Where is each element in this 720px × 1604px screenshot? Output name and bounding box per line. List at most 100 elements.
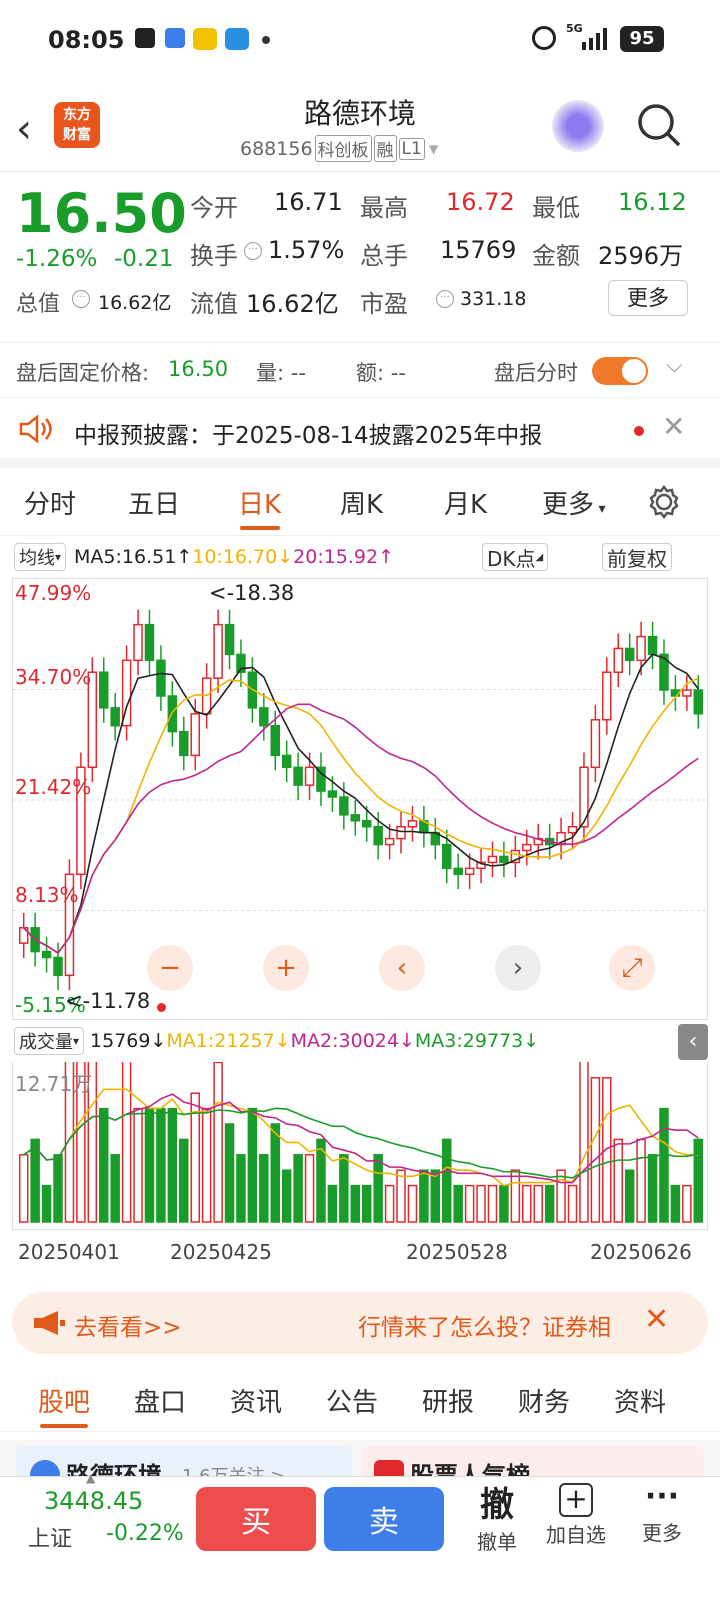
collapse-panel-button[interactable]: ‹ bbox=[678, 1024, 708, 1060]
gear-icon[interactable] bbox=[646, 484, 682, 520]
ma-selector[interactable]: 均线 ▾ bbox=[14, 543, 67, 571]
banner-link[interactable]: 去看看>> bbox=[74, 1308, 182, 1342]
volume-bar bbox=[533, 1184, 543, 1223]
more-button[interactable]: 更多 bbox=[608, 280, 688, 316]
info-icon[interactable]: ··· bbox=[436, 290, 454, 308]
volume-bar bbox=[110, 1154, 120, 1223]
candle-body bbox=[693, 689, 704, 715]
tab-profile[interactable]: 资料 bbox=[614, 1382, 666, 1419]
add-watchlist-button[interactable]: + 加自选 bbox=[540, 1477, 612, 1548]
notice-text: 中报预披露：于2025-08-14披露2025年中报 bbox=[74, 423, 543, 449]
weibo-icon bbox=[193, 28, 217, 50]
max-price-mark: <-18.38 bbox=[209, 581, 295, 605]
volume-bar bbox=[167, 1107, 178, 1223]
candle-body bbox=[190, 713, 200, 757]
close-icon[interactable]: ✕ bbox=[644, 1302, 669, 1337]
indicator-selector[interactable]: 成交量 ▾ bbox=[14, 1027, 85, 1055]
scroll-right-button[interactable]: › bbox=[495, 945, 541, 991]
fullscreen-button[interactable]: ⤢ bbox=[609, 945, 655, 991]
volume-bar bbox=[522, 1184, 532, 1223]
volume-bar bbox=[41, 1184, 52, 1223]
after-timeshare-toggle[interactable] bbox=[592, 357, 648, 385]
status-time: 08:05 bbox=[48, 26, 125, 54]
amount-value: 2596万 bbox=[598, 242, 684, 270]
unread-dot bbox=[634, 426, 644, 436]
cancel-order-button[interactable]: 撤 撤单 bbox=[472, 1477, 522, 1555]
buy-button[interactable]: 买 bbox=[196, 1487, 316, 1551]
candle-body bbox=[636, 635, 646, 662]
tab-weekly-k[interactable]: 周K bbox=[340, 484, 383, 521]
volume-bar bbox=[693, 1138, 704, 1223]
turnover-label: 换手 bbox=[190, 242, 238, 270]
app-notification-icon bbox=[135, 28, 155, 48]
promo-banner[interactable]: 去看看>> 行情来了怎么投？证券相 ✕ bbox=[12, 1292, 708, 1354]
volume-bar bbox=[98, 1107, 109, 1223]
zoom-in-button[interactable]: + bbox=[263, 945, 309, 991]
tab-five-day[interactable]: 五日 bbox=[128, 484, 180, 521]
tab-finance[interactable]: 财务 bbox=[518, 1382, 570, 1419]
min-price-mark: <-11.78 bbox=[65, 989, 151, 1013]
volume-bar bbox=[659, 1107, 669, 1223]
candle-body bbox=[293, 766, 303, 786]
more-menu-button[interactable]: ··· 更多 bbox=[636, 1477, 688, 1546]
margin-badge: 融 bbox=[373, 135, 397, 162]
arrow-down-icon: ↓ bbox=[523, 1030, 540, 1052]
candle-body bbox=[624, 647, 635, 662]
change-percent: -1.26% bbox=[16, 246, 98, 272]
pe-value: 331.18 bbox=[460, 288, 527, 310]
index-value[interactable]: 3448.45 bbox=[44, 1487, 143, 1515]
candle-body bbox=[133, 623, 143, 662]
sell-button[interactable]: 卖 bbox=[324, 1487, 444, 1551]
notice-bar[interactable]: 中报预披露：于2025-08-14披露2025年中报 ✕ bbox=[0, 398, 720, 468]
x-tick-label: 20250425 bbox=[170, 1240, 272, 1264]
tab-research[interactable]: 研报 bbox=[422, 1382, 474, 1419]
candle-body bbox=[522, 843, 532, 852]
adjust-button[interactable]: 前复权 bbox=[602, 543, 672, 571]
kline-chart[interactable]: 47.99% 34.70% 21.42% 8.13% -5.15% <-18.3… bbox=[12, 578, 709, 1020]
volume-bar bbox=[373, 1154, 383, 1223]
expand-up-icon[interactable]: ▲ bbox=[86, 1471, 95, 1485]
open-value: 16.71 bbox=[274, 188, 343, 216]
volume-bar bbox=[453, 1184, 463, 1223]
assistant-robot-icon[interactable] bbox=[552, 100, 604, 152]
tab-more[interactable]: 更多 ▾ bbox=[542, 484, 606, 521]
candle-body bbox=[487, 855, 498, 864]
level-badge: L1 bbox=[398, 137, 425, 160]
volume-bar bbox=[350, 1184, 361, 1223]
volume-bar bbox=[30, 1138, 40, 1223]
tab-intraday[interactable]: 分时 bbox=[24, 484, 76, 521]
tab-news[interactable]: 资讯 bbox=[230, 1382, 282, 1419]
volume-bar bbox=[121, 1062, 132, 1223]
candle-body bbox=[53, 956, 63, 977]
volume-bar bbox=[53, 1154, 63, 1223]
tab-daily-k[interactable]: 日K bbox=[238, 484, 281, 521]
low-value: 16.12 bbox=[618, 188, 687, 216]
tab-guba[interactable]: 股吧 bbox=[38, 1382, 90, 1419]
quote-panel: 16.50 -1.26% -0.21 今开 16.71 最高 16.72 最低 … bbox=[0, 172, 720, 342]
volume-bar bbox=[682, 1184, 692, 1223]
battery-indicator: 95 bbox=[620, 26, 664, 52]
bottom-toolbar: ▲ 3448.45 上证 -0.22% 买 卖 撤 撤单 + 加自选 ··· 更… bbox=[0, 1471, 720, 1604]
event-dot[interactable] bbox=[157, 1003, 166, 1012]
info-icon[interactable]: ··· bbox=[72, 290, 90, 308]
info-tabs: 股吧 盘口 资讯 公告 研报 财务 资料 bbox=[0, 1366, 720, 1432]
candle-body bbox=[384, 837, 395, 846]
float-cap-value: 16.62亿 bbox=[246, 290, 339, 318]
market-cap-label: 总值 bbox=[16, 292, 61, 317]
more-notifications-dot bbox=[262, 36, 270, 44]
dk-point-button[interactable]: DK点 ◢ bbox=[482, 543, 549, 571]
stock-code: 688156 bbox=[240, 137, 313, 160]
tab-monthly-k[interactable]: 月K bbox=[444, 484, 487, 521]
chevron-down-icon[interactable]: ⌵ bbox=[666, 353, 683, 378]
stock-code-line[interactable]: 688156 科创板 融 L1 ▾ bbox=[240, 135, 438, 162]
x-axis: 20250401 20250425 20250528 20250626 bbox=[12, 1232, 708, 1276]
info-icon[interactable]: ··· bbox=[244, 242, 262, 260]
scroll-left-button[interactable]: ‹ bbox=[379, 945, 425, 991]
volume-bar bbox=[247, 1107, 258, 1223]
tab-pankou[interactable]: 盘口 bbox=[134, 1382, 186, 1419]
search-icon[interactable] bbox=[636, 102, 682, 148]
close-icon[interactable]: ✕ bbox=[662, 410, 685, 443]
volume-bar bbox=[567, 1184, 578, 1223]
zoom-out-button[interactable]: − bbox=[147, 945, 193, 991]
tab-announcements[interactable]: 公告 bbox=[326, 1382, 378, 1419]
